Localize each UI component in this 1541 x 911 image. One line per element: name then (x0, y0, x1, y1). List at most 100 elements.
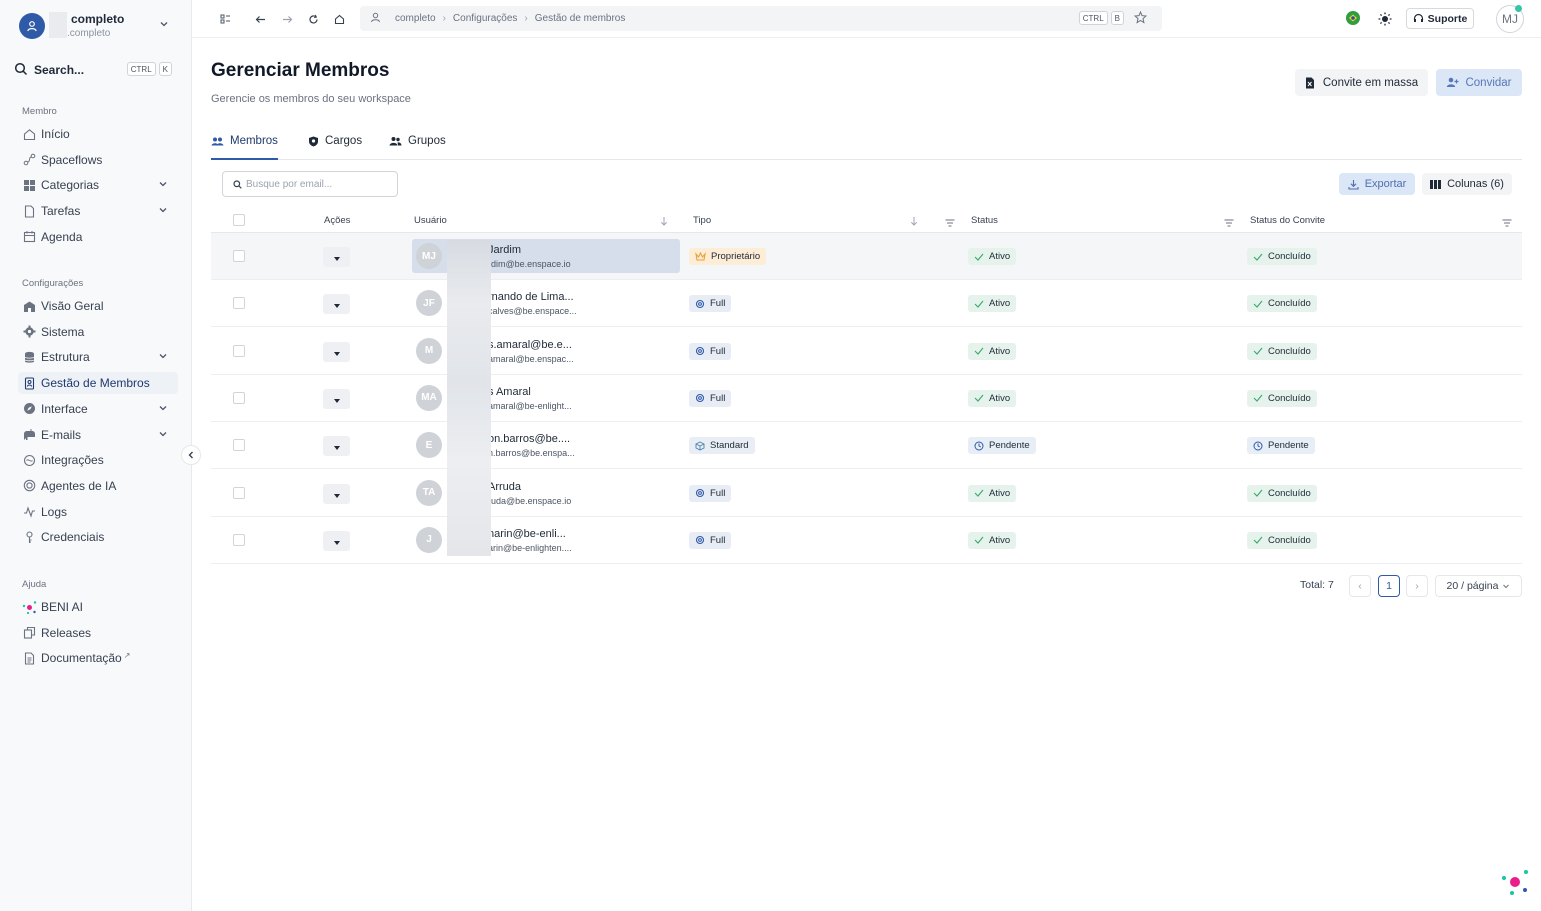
breadcrumb-item[interactable]: Configurações (453, 13, 517, 24)
sidebar-item-integracoes[interactable]: Integrações (18, 449, 178, 471)
table-row[interactable]: Eon.barros@be.... n.barros@be.enspa... Sta… (211, 422, 1522, 470)
chevron-down-icon[interactable] (158, 350, 168, 364)
refresh-icon[interactable] (305, 11, 321, 27)
sidebar-item-estrutura[interactable]: Estrutura (18, 346, 178, 368)
status-label: Ativo (989, 298, 1011, 310)
header-status[interactable]: Status (971, 215, 998, 226)
doc-icon (20, 650, 38, 666)
star-icon[interactable] (1133, 10, 1148, 27)
sidebar-item-inicio[interactable]: Início (18, 123, 178, 145)
filter-icon[interactable] (945, 216, 955, 230)
row-actions-button[interactable] (323, 294, 350, 315)
workspace-switcher[interactable]: completo .completo (19, 12, 179, 42)
row-actions-button[interactable] (323, 388, 350, 409)
home-icon[interactable] (331, 11, 347, 27)
collapse-sidebar-button[interactable] (181, 445, 201, 465)
global-search[interactable]: Search... CTRL K (14, 58, 178, 82)
tab-cargos[interactable]: Cargos (308, 135, 362, 160)
invite-button[interactable]: Convidar (1436, 69, 1522, 96)
row-actions-button[interactable] (323, 530, 350, 551)
sidebar-item-gestao-de-membros[interactable]: Gestão de Membros (18, 372, 178, 395)
sidebar-item-beni-ai[interactable]: BENI AI (18, 596, 178, 618)
email-search-input[interactable] (246, 178, 386, 190)
sidebar-item-label: E-mails (41, 427, 82, 442)
email-search[interactable] (222, 171, 398, 197)
page-size-label: 20 / página (1446, 580, 1499, 592)
sidebar-item-agenda[interactable]: Agenda (18, 226, 178, 248)
filter-icon[interactable] (1502, 216, 1512, 230)
sidebar-item-categorias[interactable]: Categorias (18, 174, 178, 196)
breadcrumb-item[interactable]: Gestão de membros (535, 13, 626, 24)
prev-page-button[interactable]: ‹ (1349, 575, 1371, 597)
header-actions: Ações (324, 215, 351, 226)
page-number-button[interactable]: 1 (1378, 575, 1400, 597)
row-actions-button[interactable] (323, 483, 350, 504)
sidebar-item-agentes-de-ia[interactable]: Agentes de IA (18, 475, 178, 497)
sidebar-item-spaceflows[interactable]: Spaceflows (18, 149, 178, 171)
beni-ai-fab-icon[interactable] (1500, 868, 1530, 896)
page-title: Gerenciar Membros (211, 60, 390, 81)
table-row[interactable]: JF rnando de Lima... calves@be.enspace... F… (211, 280, 1522, 328)
sidebar-item-logs[interactable]: Logs (18, 501, 178, 523)
support-button[interactable]: Suporte (1406, 8, 1474, 29)
row-checkbox[interactable] (233, 250, 245, 262)
table-row[interactable]: Ms.amaral@be.e... amaral@be.enspac... Full… (211, 328, 1522, 375)
table-row[interactable]: MA s Amaral amaral@be-enlight... Full Ativo C… (211, 375, 1522, 422)
sidebar-item-releases[interactable]: Releases (18, 622, 178, 644)
avatar: MJ (416, 243, 442, 269)
back-arrow-icon[interactable] (252, 11, 268, 27)
caret-down-icon (333, 345, 340, 359)
table-row[interactable]: Jnarin@be-enli... arin@be-enlighten.... Fu… (211, 517, 1522, 564)
sidebar-item-sistema[interactable]: Sistema (18, 321, 178, 343)
header-invite-status[interactable]: Status do Convite (1250, 215, 1325, 226)
sidebar-item-visao-geral[interactable]: Visão Geral (18, 295, 178, 317)
invite-label: Convidar (1465, 76, 1512, 89)
export-button[interactable]: Exportar (1339, 173, 1415, 195)
breadcrumb-item[interactable]: completo (395, 13, 436, 24)
file-excel-icon (1305, 77, 1315, 89)
filter-icon[interactable] (1224, 216, 1234, 230)
bulk-invite-button[interactable]: Convite em massa (1295, 69, 1428, 96)
row-checkbox[interactable] (233, 439, 245, 452)
sidebar-item-label: Gestão de Membros (41, 376, 150, 391)
sidebar-item-tarefas[interactable]: Tarefas (18, 200, 178, 222)
sidebar-item-label: Integrações (41, 453, 104, 468)
row-checkbox[interactable] (233, 486, 245, 499)
tab-grupos[interactable]: Grupos (389, 135, 446, 160)
sidebar-item-interface[interactable]: Interface (18, 398, 178, 420)
row-actions-button[interactable] (323, 247, 350, 267)
chevron-down-icon[interactable] (158, 178, 168, 192)
next-page-button[interactable]: › (1406, 575, 1428, 597)
row-checkbox[interactable] (233, 297, 245, 310)
breadcrumb-separator: › (524, 13, 528, 24)
sidebar-item-e-mails[interactable]: E-mails (18, 424, 178, 446)
tab-membros[interactable]: Membros (211, 135, 278, 160)
header-user[interactable]: Usuário (414, 215, 447, 226)
language-flag-icon[interactable] (1346, 11, 1360, 25)
table-row[interactable]: MJ Jardim rdim@be.enspace.io Proprietário At… (211, 233, 1522, 280)
status-badge: Ativo (968, 295, 1017, 313)
chevron-down-icon[interactable] (158, 428, 168, 442)
select-all-checkbox[interactable] (233, 214, 245, 226)
theme-sun-icon[interactable] (1377, 11, 1393, 27)
row-checkbox[interactable] (233, 533, 245, 546)
row-checkbox[interactable] (233, 391, 245, 404)
sort-arrow-icon[interactable] (660, 215, 668, 229)
chevron-down-icon[interactable] (158, 402, 168, 416)
row-actions-button[interactable] (323, 436, 350, 457)
group-icon (389, 136, 402, 150)
user-add-icon (1446, 77, 1459, 88)
header-type[interactable]: Tipo (693, 215, 711, 226)
forward-arrow-icon[interactable] (279, 11, 295, 27)
sidebar-toggle-icon[interactable] (217, 11, 233, 27)
invite-status-badge: Concluído (1247, 342, 1317, 360)
sort-arrow-icon[interactable] (910, 215, 918, 229)
sidebar-item-documentacao[interactable]: Documentação ↗ (18, 647, 178, 669)
row-checkbox[interactable] (233, 344, 245, 357)
sidebar-item-credenciais[interactable]: Credenciais (18, 526, 178, 548)
page-size-select[interactable]: 20 / página (1435, 575, 1522, 597)
table-row[interactable]: TA Arruda ruda@be.enspace.io Full Ativo Concl… (211, 470, 1522, 517)
row-actions-button[interactable] (323, 341, 350, 362)
chevron-down-icon[interactable] (158, 204, 168, 218)
columns-button[interactable]: Colunas (6) (1422, 173, 1512, 195)
